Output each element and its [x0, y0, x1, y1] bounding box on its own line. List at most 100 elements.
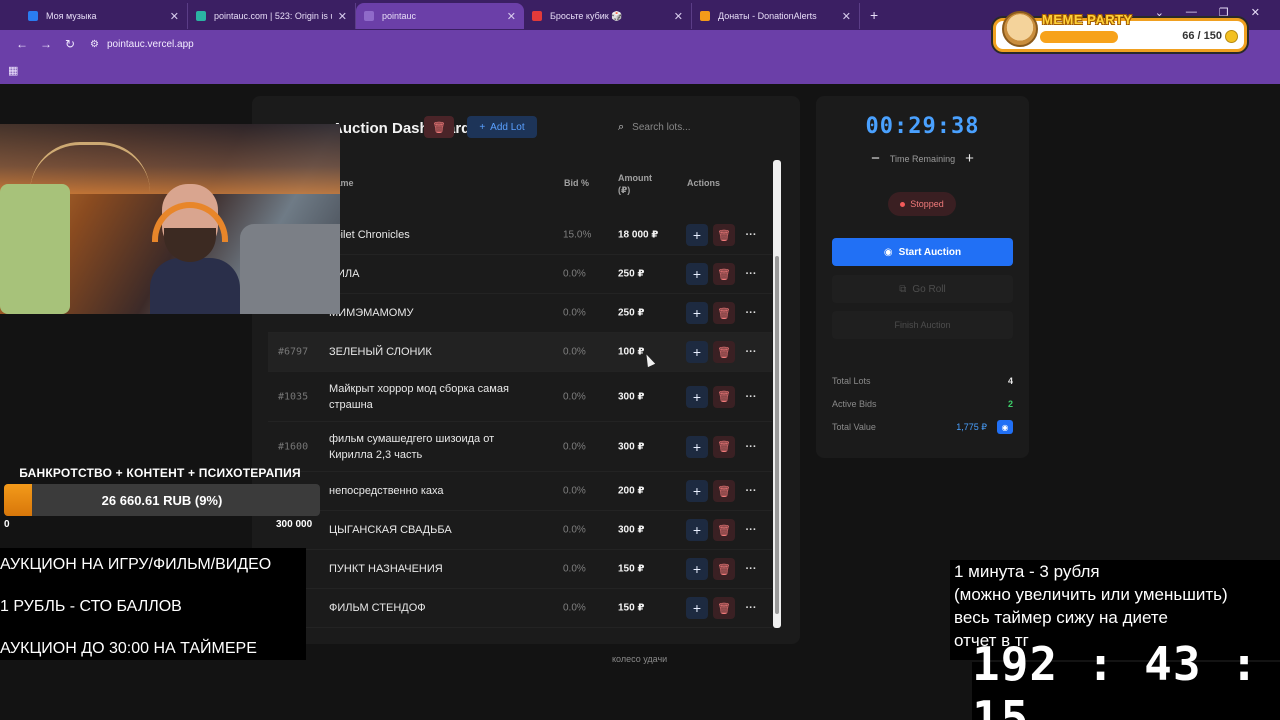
scrollbar-thumb[interactable]	[775, 256, 779, 614]
browser-tab[interactable]: pointauc.com | 523: Origin is un ✕	[188, 3, 356, 29]
table-row[interactable]: #1600 фильм сумашедгего шизоида от Кирилл…	[268, 422, 772, 472]
col-bid[interactable]: Bid %	[564, 178, 589, 188]
clear-lots-button[interactable]: 🗑	[424, 116, 454, 138]
lot-name[interactable]: Toilet Chronicles	[329, 227, 539, 243]
go-roll-button[interactable]: ⧉ Go Roll	[832, 275, 1013, 303]
doge-icon	[1002, 11, 1038, 47]
more-options-icon[interactable]: ···	[740, 436, 762, 458]
close-tab-icon[interactable]: ✕	[842, 10, 851, 23]
close-tab-icon[interactable]: ✕	[170, 10, 179, 23]
search-box[interactable]: ⌕ Search lots...	[618, 117, 768, 137]
browser-tab[interactable]: Моя музыка ✕	[20, 3, 188, 29]
close-window-icon[interactable]: ✕	[1251, 6, 1260, 19]
new-tab-icon[interactable]: +	[870, 7, 878, 23]
delete-lot-button[interactable]: 🗑	[713, 480, 735, 502]
lot-actions: + 🗑 ···	[686, 341, 762, 363]
lot-amount: 100 ₽	[618, 346, 645, 358]
clothes-pile	[240, 224, 340, 314]
more-options-icon[interactable]: ···	[740, 263, 762, 285]
browser-tab[interactable]: pointauc ✕	[356, 3, 524, 29]
forward-icon[interactable]: →	[34, 37, 58, 51]
delete-lot-button[interactable]: 🗑	[713, 385, 735, 408]
favicon-icon	[196, 11, 206, 21]
add-bid-button[interactable]: +	[686, 558, 708, 580]
delete-lot-button[interactable]: 🗑	[713, 435, 735, 458]
browser-tab[interactable]: Донаты - DonationAlerts ✕	[692, 3, 860, 29]
site-settings-icon[interactable]: ⚙	[90, 39, 99, 50]
add-bid-button[interactable]: +	[686, 302, 708, 324]
info-line: весь таймер сижу на диете	[954, 608, 1168, 627]
lot-name[interactable]: СИЛА	[329, 266, 539, 282]
more-options-icon[interactable]: ···	[740, 386, 762, 408]
add-bid-button[interactable]: +	[686, 385, 708, 408]
more-options-icon[interactable]: ···	[740, 597, 762, 619]
lot-bid: 0.0%	[563, 485, 586, 497]
add-bid-button[interactable]: +	[686, 341, 708, 363]
table-row[interactable]: непосредственно каха 0.0% 200 ₽ + 🗑 ···	[268, 472, 772, 511]
goal-max: 300 000	[276, 519, 313, 530]
add-bid-button[interactable]: +	[686, 435, 708, 458]
add-bid-button[interactable]: +	[686, 263, 708, 285]
col-amount[interactable]: Amount (₽)	[618, 172, 662, 196]
close-tab-icon[interactable]: ✕	[674, 10, 683, 23]
streamer	[150, 184, 240, 314]
stat-value: 4	[1007, 376, 1013, 386]
finish-auction-button[interactable]: Finish Auction	[832, 311, 1013, 339]
goal-title: БАНКРОТСТВО + КОНТЕНТ + ПСИХОТЕРАПИЯ	[19, 466, 301, 480]
tab-title: Моя музыка	[46, 11, 97, 21]
more-options-icon[interactable]: ···	[740, 302, 762, 324]
tab-title: pointauc.com | 523: Origin is un	[214, 11, 332, 21]
close-tab-icon[interactable]: ✕	[338, 10, 347, 23]
lot-bid: 0.0%	[563, 441, 586, 452]
more-options-icon[interactable]: ···	[740, 519, 762, 541]
table-row[interactable]: #1035 Майкрыт хоррор мод сборка самая стр…	[268, 372, 772, 422]
lot-name[interactable]: МИМЭМАМОМУ	[329, 305, 539, 321]
lot-amount: 300 ₽	[618, 391, 645, 402]
lot-name[interactable]: ЦЫГАНСКАЯ СВАДЬБА	[329, 522, 539, 538]
eye-icon[interactable]: ◉	[997, 420, 1013, 434]
delete-lot-button[interactable]: 🗑	[713, 341, 735, 363]
plus-icon: +	[479, 121, 486, 133]
add-lot-button[interactable]: + Add Lot	[467, 116, 537, 138]
lot-name[interactable]: ФИЛЬМ СТЕНДОФ	[329, 600, 539, 616]
table-row[interactable]: ФИЛЬМ СТЕНДОФ 0.0% 150 ₽ + 🗑 ···	[268, 589, 772, 628]
timer-panel: 00:29:38 − Time Remaining + Stopped ◉ St…	[816, 96, 1029, 458]
delete-lot-button[interactable]: 🗑	[713, 519, 735, 541]
apps-grid-icon[interactable]: ▦	[8, 64, 18, 77]
screen: Моя музыка ✕ pointauc.com | 523: Origin is…	[0, 0, 1280, 720]
decrease-time-button[interactable]: −	[871, 150, 880, 167]
table-row[interactable]: Toilet Chronicles 15.0% 18 000 ₽ + 🗑 ···	[268, 216, 772, 255]
lot-name[interactable]: фильм сумашедгего шизоида от Кирилла 2,3…	[329, 431, 539, 463]
table-row[interactable]: ЦЫГАНСКАЯ СВАДЬБА 0.0% 300 ₽ + 🗑 ···	[268, 511, 772, 550]
delete-lot-button[interactable]: 🗑	[713, 597, 735, 619]
delete-lot-button[interactable]: 🗑	[713, 558, 735, 580]
table-row[interactable]: #6797 ЗЕЛЕНЫЙ СЛОНИК 0.0% 100 ₽ + 🗑 ···	[268, 333, 772, 372]
add-bid-button[interactable]: +	[686, 597, 708, 619]
add-bid-button[interactable]: +	[686, 480, 708, 502]
lot-name[interactable]: ЗЕЛЕНЫЙ СЛОНИК	[329, 344, 539, 360]
delete-lot-button[interactable]: 🗑	[713, 302, 735, 324]
increase-time-button[interactable]: +	[965, 150, 974, 167]
delete-lot-button[interactable]: 🗑	[713, 263, 735, 285]
more-options-icon[interactable]: ···	[740, 480, 762, 502]
browser-tab[interactable]: Бросьте кубик 🎲 ✕	[524, 3, 692, 29]
search-input[interactable]: Search lots...	[632, 122, 690, 133]
start-auction-button[interactable]: ◉ Start Auction	[832, 238, 1013, 266]
add-bid-button[interactable]: +	[686, 519, 708, 541]
more-options-icon[interactable]: ···	[740, 558, 762, 580]
lot-name[interactable]: ПУНКТ НАЗНАЧЕНИЯ	[329, 561, 539, 577]
delete-lot-button[interactable]: 🗑	[713, 224, 735, 246]
lot-name[interactable]: непосредственно каха	[329, 483, 539, 499]
add-bid-button[interactable]: +	[686, 224, 708, 246]
back-icon[interactable]: ←	[10, 37, 34, 51]
url-field[interactable]: ⚙ pointauc.vercel.app	[90, 39, 194, 50]
table-row[interactable]: МИМЭМАМОМУ 0.0% 250 ₽ + 🗑 ···	[268, 294, 772, 333]
table-row[interactable]: ПУНКТ НАЗНАЧЕНИЯ 0.0% 150 ₽ + 🗑 ···	[268, 550, 772, 589]
lot-name[interactable]: Майкрыт хоррор мод сборка самая страшна	[329, 381, 539, 413]
more-options-icon[interactable]: ···	[740, 341, 762, 363]
more-options-icon[interactable]: ···	[740, 224, 762, 246]
table-row[interactable]: СИЛА 0.0% 250 ₽ + 🗑 ···	[268, 255, 772, 294]
reload-icon[interactable]: ↻	[58, 37, 82, 51]
close-tab-icon[interactable]: ✕	[507, 10, 516, 23]
lot-amount: 200 ₽	[618, 485, 645, 497]
